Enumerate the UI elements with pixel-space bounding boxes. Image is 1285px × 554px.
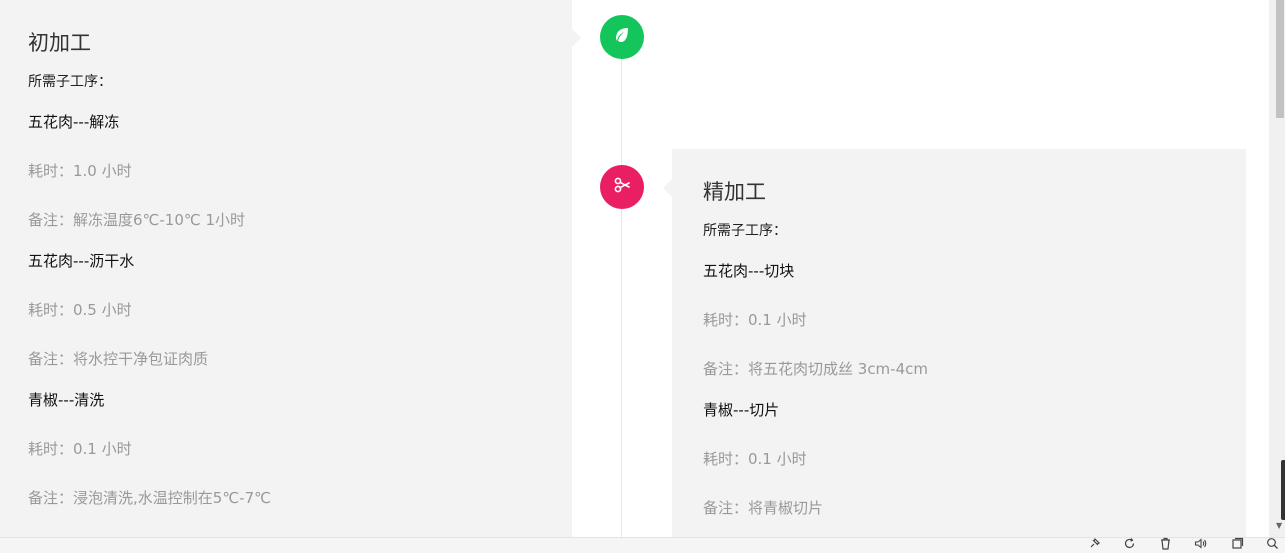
status-bar	[0, 537, 1285, 553]
search-icon[interactable]	[1266, 537, 1279, 554]
timeline-node-rough	[600, 15, 644, 59]
sub-process-label: 所需子工序：	[703, 223, 787, 239]
scrollbar-thumb[interactable]	[1276, 0, 1284, 118]
timeline-node-fine	[600, 165, 644, 209]
step-note: 备注：浸泡清洗,水温控制在5℃-7℃	[28, 489, 271, 507]
timeline-line	[621, 40, 622, 552]
step-note: 备注：将水控干净包证肉质	[28, 350, 209, 368]
scissors-icon	[613, 176, 631, 198]
step-item: 五花肉---解冻 耗时：1.0 小时 备注：解冻温度6℃-10℃ 1小时	[28, 112, 572, 230]
step-name: 五花肉---沥干水	[28, 252, 135, 270]
step-time: 耗时：0.1 小时	[703, 450, 807, 468]
stage-card-rough-processing: 初加工 所需子工序： 五花肉---解冻 耗时：1.0 小时 备注：解冻温度6℃-…	[0, 0, 581, 552]
step-name: 五花肉---切块	[703, 262, 795, 280]
step-item: 青椒---清洗 耗时：0.1 小时 备注：浸泡清洗,水温控制在5℃-7℃	[28, 390, 572, 508]
step-time: 耗时：0.5 小时	[28, 301, 132, 319]
side-panel-handle[interactable]	[1281, 460, 1285, 520]
step-item: 五花肉---沥干水 耗时：0.5 小时 备注：将水控干净包证肉质	[28, 251, 572, 369]
stage-title: 精加工	[703, 180, 766, 204]
pin-icon[interactable]	[1088, 537, 1101, 554]
leaf-icon	[613, 26, 631, 48]
step-item: 五花肉---切块 耗时：0.1 小时 备注：将五花肉切成丝 3cm-4cm	[703, 261, 1246, 379]
step-time: 耗时：1.0 小时	[28, 162, 132, 180]
step-time: 耗时：0.1 小时	[703, 311, 807, 329]
step-time: 耗时：0.1 小时	[28, 440, 132, 458]
step-note: 备注：解冻温度6℃-10℃ 1小时	[28, 211, 246, 229]
step-name: 青椒---切片	[703, 401, 780, 419]
scroll-down-arrow-icon[interactable]: ▼	[1276, 521, 1282, 530]
step-item: 青椒---切片 耗时：0.1 小时 备注：将青椒切片	[703, 400, 1246, 518]
volume-icon[interactable]	[1194, 537, 1207, 554]
stage-title: 初加工	[28, 31, 91, 55]
step-note: 备注：将青椒切片	[703, 499, 824, 517]
window-icon[interactable]	[1231, 537, 1244, 554]
trash-icon[interactable]	[1159, 537, 1172, 554]
refresh-icon[interactable]	[1123, 537, 1136, 554]
stage-card-fine-processing: 精加工 所需子工序： 五花肉---切块 耗时：0.1 小时 备注：将五花肉切成丝…	[663, 149, 1246, 552]
step-name: 五花肉---解冻	[28, 113, 120, 131]
step-note: 备注：将五花肉切成丝 3cm-4cm	[703, 360, 928, 378]
step-name: 青椒---清洗	[28, 391, 105, 409]
sub-process-label: 所需子工序：	[28, 74, 112, 90]
